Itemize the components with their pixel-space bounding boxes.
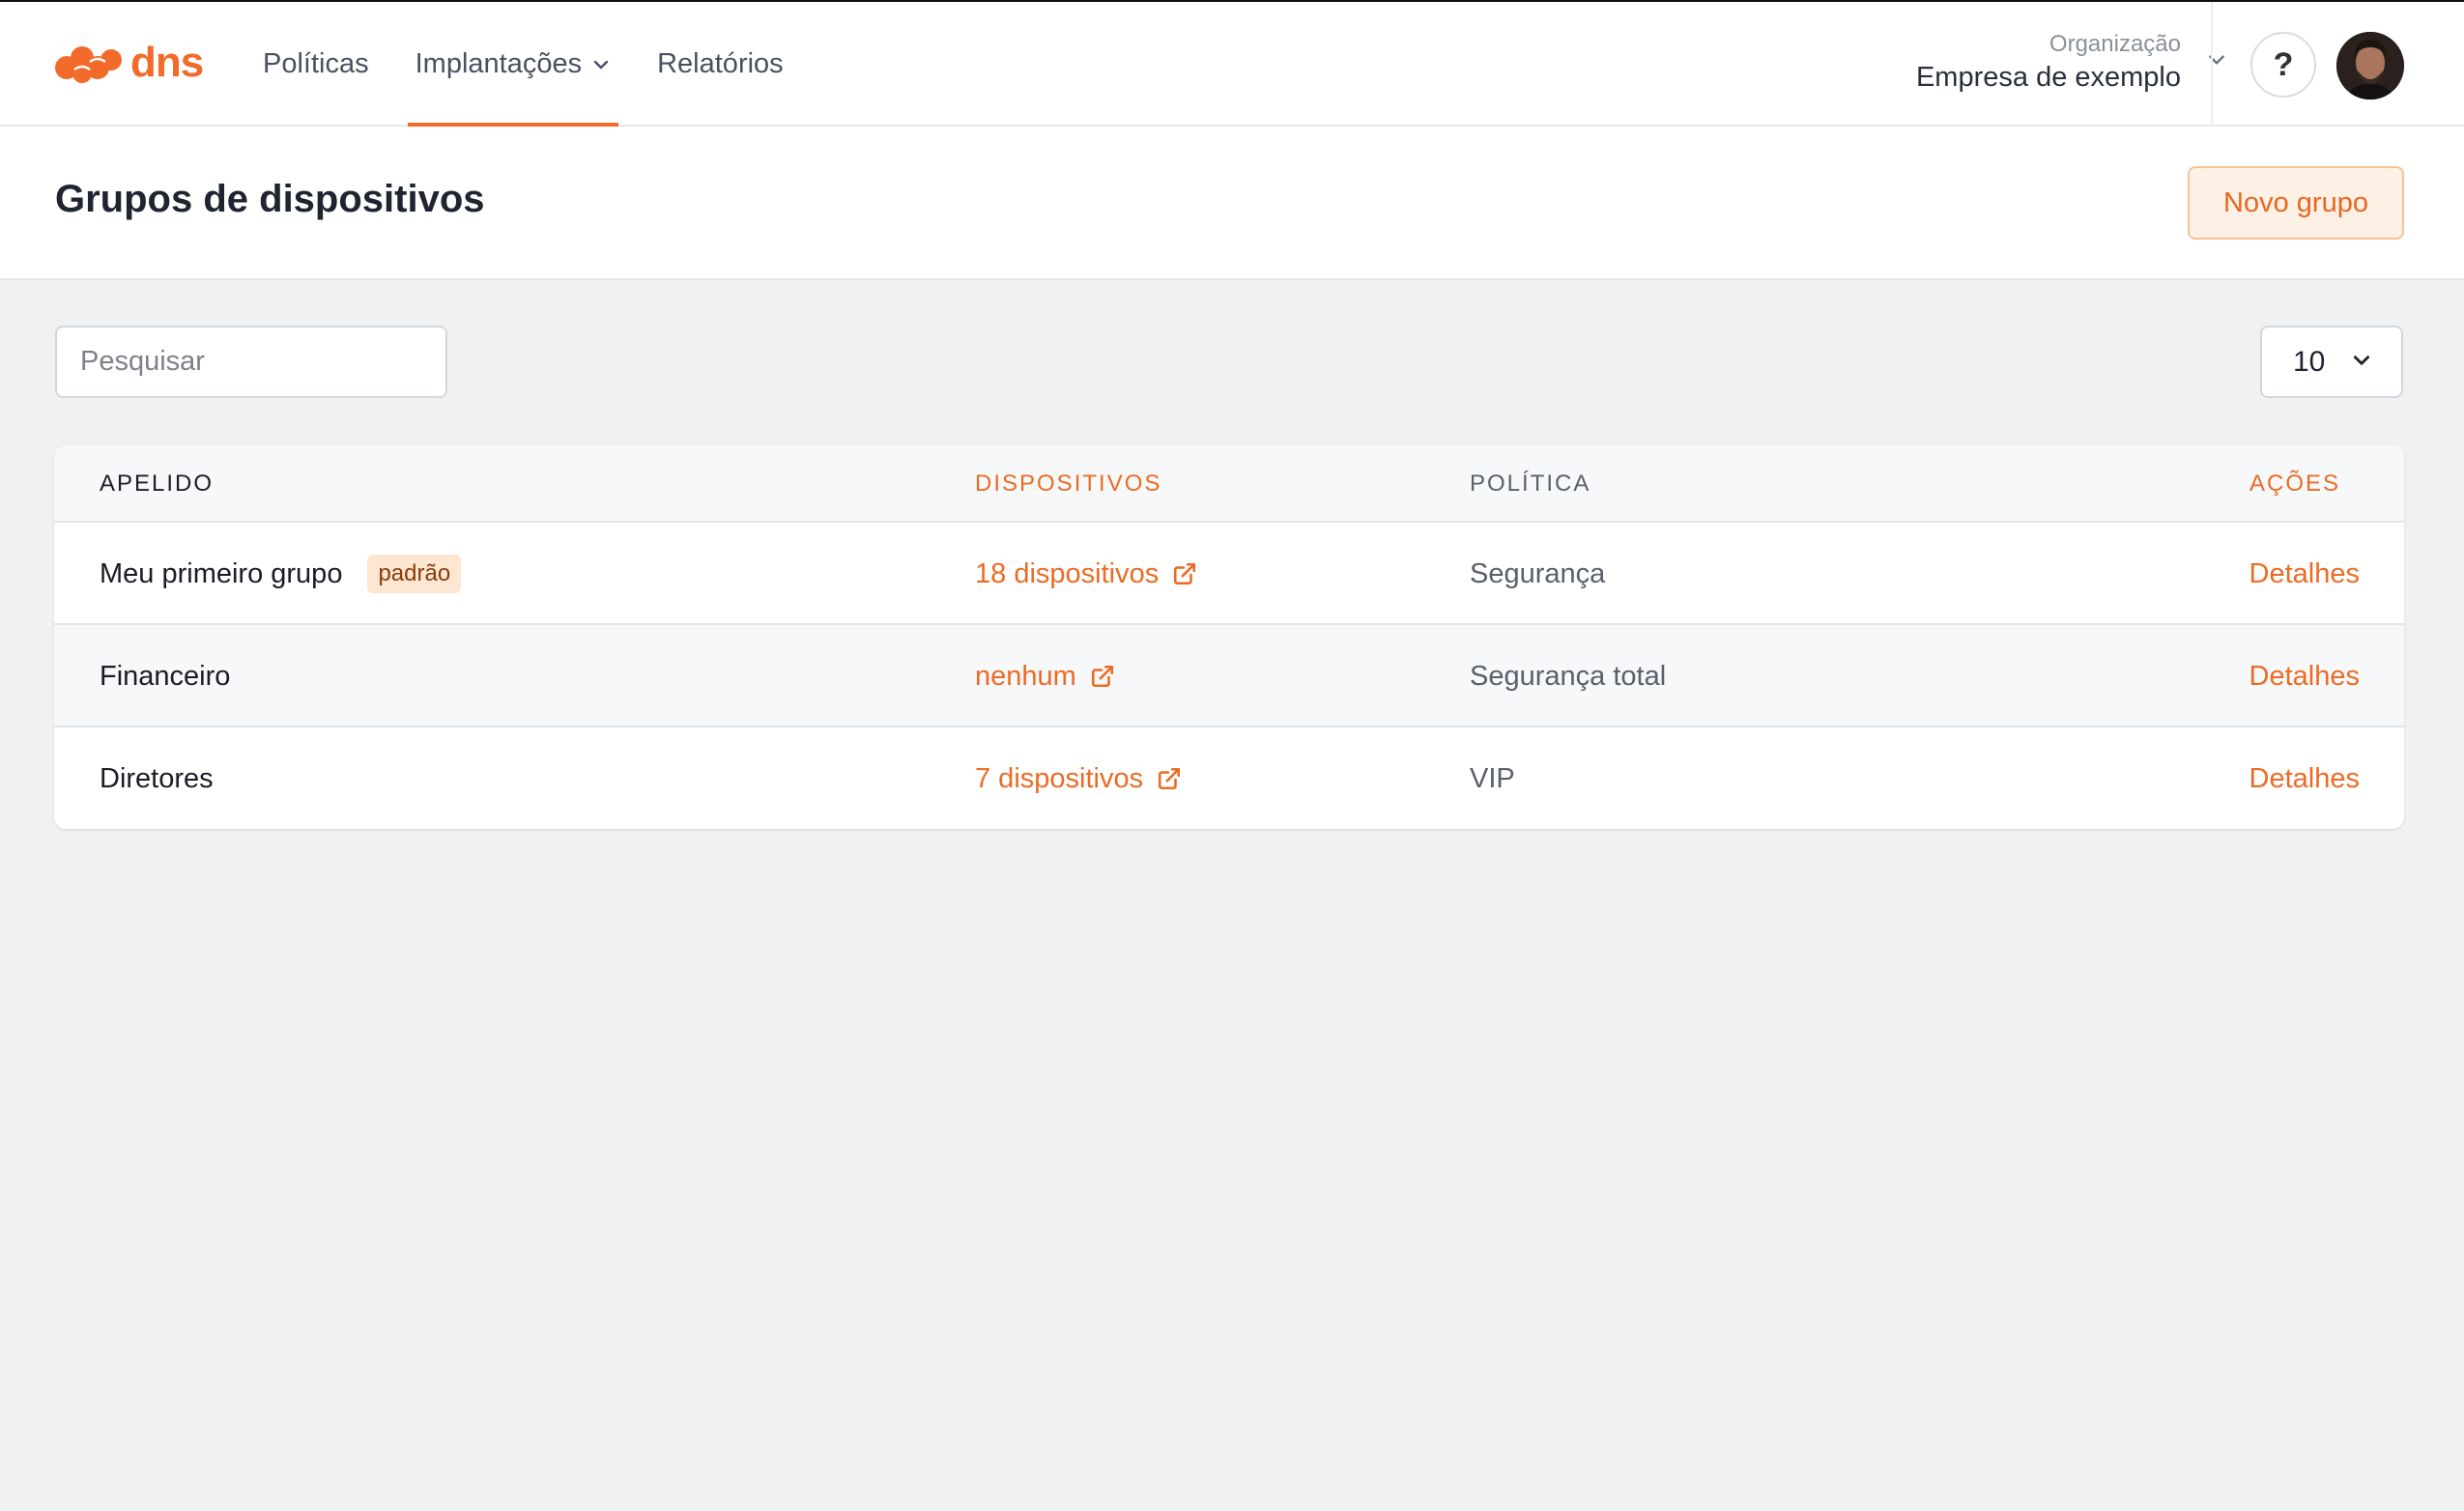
user-avatar[interactable] xyxy=(2336,32,2404,100)
page-size-value: 10 xyxy=(2293,345,2326,378)
page-title: Grupos de dispositivos xyxy=(55,178,485,220)
group-name-cell: Diretores xyxy=(100,727,214,829)
column-header-acoes: AÇÕES xyxy=(2249,470,2341,497)
brand-name: dns xyxy=(130,39,204,86)
group-name-cell: Financeiro xyxy=(100,625,230,727)
organization-label: Organização xyxy=(2049,31,2181,57)
policy-cell: Segurança total xyxy=(1470,660,1667,692)
table-row: Diretores 7 dispositivos VIP Detalhes xyxy=(54,727,2404,829)
divider xyxy=(2211,2,2213,127)
column-header-dispositivos: DISPOSITIVOS xyxy=(975,470,1162,497)
devices-link[interactable]: nenhum xyxy=(975,625,1115,727)
nav-item-relatorios[interactable]: Relatórios xyxy=(657,2,784,127)
devices-link[interactable]: 7 dispositivos xyxy=(975,727,1182,829)
column-header-politica: POLÍTICA xyxy=(1470,470,1591,497)
nav-item-implantacoes[interactable]: Implantações xyxy=(407,2,619,127)
details-link[interactable]: Detalhes xyxy=(2249,523,2360,625)
top-navigation-bar: dns Políticas Implantações Relatórios Or… xyxy=(0,0,2464,127)
details-link[interactable]: Detalhes xyxy=(2249,625,2360,727)
devices-link-label: 18 dispositivos xyxy=(975,557,1160,589)
external-link-icon xyxy=(1172,561,1197,586)
default-badge: padrão xyxy=(367,555,462,593)
device-groups-table: APELIDO DISPOSITIVOS POLÍTICA AÇÕES Meu … xyxy=(54,445,2404,829)
details-link[interactable]: Detalhes xyxy=(2249,727,2360,829)
nav-item-politicas[interactable]: Políticas xyxy=(263,2,369,127)
new-group-button[interactable]: Novo grupo xyxy=(2188,166,2404,240)
chevron-down-icon xyxy=(2351,346,2372,379)
table-row: Meu primeiro grupo padrão 18 dispositivo… xyxy=(54,523,2404,625)
search-input[interactable] xyxy=(55,326,447,398)
nav-item-label: Implantações xyxy=(415,48,583,79)
help-button[interactable]: ? xyxy=(2250,32,2316,98)
cloud-logo-icon xyxy=(55,46,122,83)
nav-item-label: Relatórios xyxy=(657,48,784,79)
policy-cell: Segurança xyxy=(1470,557,1606,589)
policy-cell: VIP xyxy=(1470,762,1515,794)
nav-item-label: Políticas xyxy=(263,48,369,79)
page-header: Grupos de dispositivos Novo grupo xyxy=(0,127,2464,280)
column-header-apelido: APELIDO xyxy=(100,470,215,497)
table-row: Financeiro nenhum Segurança total Detalh… xyxy=(54,625,2404,727)
external-link-icon xyxy=(1157,766,1182,791)
organization-name: Empresa de exemplo xyxy=(1915,62,2181,93)
external-link-icon xyxy=(1090,664,1115,689)
organization-selector[interactable]: Organização Empresa de exemplo xyxy=(1916,29,2227,95)
table-header: APELIDO DISPOSITIVOS POLÍTICA AÇÕES xyxy=(54,445,2404,523)
group-name: Meu primeiro grupo xyxy=(100,557,343,589)
question-mark-icon: ? xyxy=(2273,45,2294,83)
group-name-cell: Meu primeiro grupo padrão xyxy=(100,523,462,625)
page-size-select[interactable]: 10 xyxy=(2260,326,2403,398)
chevron-down-icon xyxy=(591,55,611,74)
brand-logo[interactable]: dns xyxy=(53,39,204,89)
devices-link-label: 7 dispositivos xyxy=(975,762,1144,794)
devices-link[interactable]: 18 dispositivos xyxy=(975,523,1197,625)
devices-link-label: nenhum xyxy=(975,660,1076,692)
user-avatar-image xyxy=(2336,32,2404,100)
group-name: Financeiro xyxy=(100,660,231,692)
group-name: Diretores xyxy=(100,762,214,794)
chevron-down-icon xyxy=(2206,49,2227,75)
organization-text: Organização Empresa de exemplo xyxy=(1916,29,2181,95)
main-nav: Políticas Implantações Relatórios xyxy=(263,2,784,127)
